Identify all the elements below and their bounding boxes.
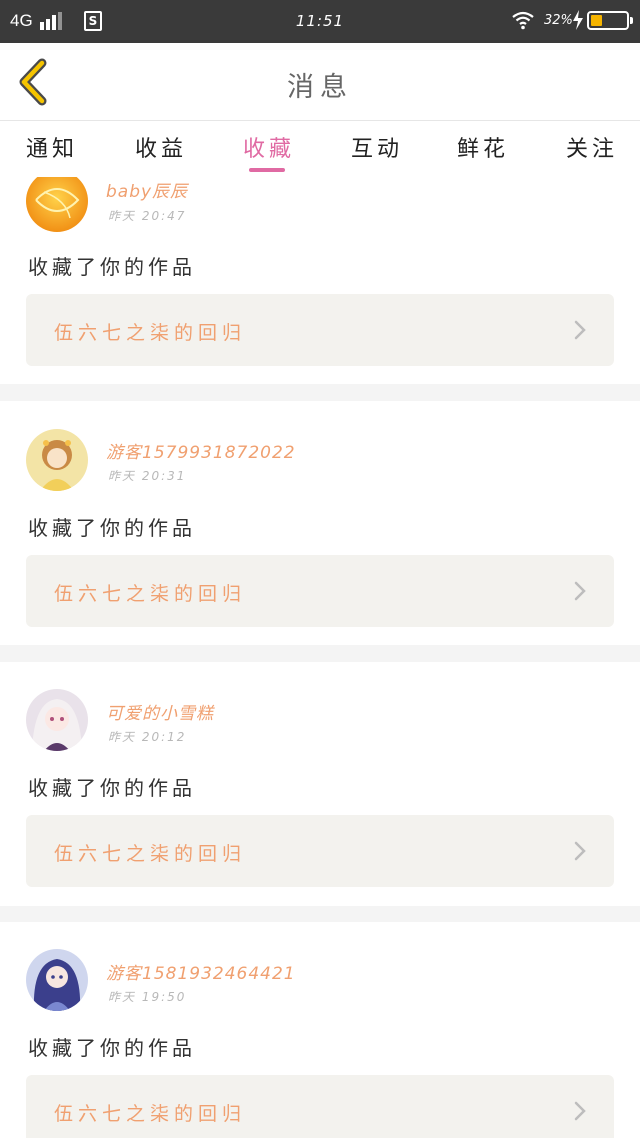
tab-flowers[interactable]: 鲜花: [457, 131, 509, 163]
battery-percent: 32%: [544, 13, 573, 28]
chevron-right-icon: [574, 320, 586, 340]
username[interactable]: 游客1581932464421: [106, 959, 296, 984]
chevron-right-icon: [574, 1101, 586, 1121]
work-link[interactable]: 伍六七之柒的回归: [26, 555, 614, 627]
work-title: 伍六七之柒的回归: [54, 843, 247, 865]
wifi-icon: [512, 11, 534, 30]
tab-notifications[interactable]: 通知: [26, 131, 78, 163]
timestamp: 昨天 20:31: [108, 469, 187, 483]
action-text: 收藏了你的作品: [28, 776, 196, 800]
message-list[interactable]: baby辰辰 昨天 20:47 收藏了你的作品 伍六七之柒的回归 游客15799…: [0, 177, 640, 1138]
active-tab-indicator: [249, 168, 285, 172]
action-text: 收藏了你的作品: [28, 516, 196, 540]
tab-following[interactable]: 关注: [566, 131, 618, 163]
page-title: 消息: [287, 72, 353, 103]
chevron-right-icon: [574, 841, 586, 861]
work-link[interactable]: 伍六七之柒的回归: [26, 1075, 614, 1138]
username[interactable]: baby辰辰: [106, 177, 188, 202]
work-link[interactable]: 伍六七之柒的回归: [26, 815, 614, 887]
tab-bar: 通知 收益 收藏 互动 鲜花 关注: [0, 121, 640, 177]
avatar[interactable]: [26, 177, 88, 232]
work-title: 伍六七之柒的回归: [54, 322, 247, 344]
status-bar: 4G S 11:51 32%: [0, 0, 640, 43]
work-title: 伍六七之柒的回归: [54, 1103, 247, 1125]
work-title: 伍六七之柒的回归: [54, 583, 247, 605]
timestamp: 昨天 20:12: [108, 730, 187, 744]
chevron-right-icon: [574, 581, 586, 601]
timestamp: 昨天 19:50: [108, 990, 187, 1004]
battery-fill: [591, 15, 602, 26]
tab-interactions[interactable]: 互动: [351, 131, 403, 163]
username[interactable]: 游客1579931872022: [106, 438, 296, 463]
battery-icon: [587, 11, 633, 30]
work-link[interactable]: 伍六七之柒的回归: [26, 294, 614, 366]
battery-nub: [630, 17, 633, 24]
avatar[interactable]: [26, 429, 88, 491]
action-text: 收藏了你的作品: [28, 1036, 196, 1060]
tab-favorites[interactable]: 收藏: [243, 131, 295, 163]
message-card: 游客1581932464421 昨天 19:50 收藏了你的作品 伍六七之柒的回…: [0, 922, 640, 1138]
tab-earnings[interactable]: 收益: [135, 131, 187, 163]
header: 消息: [0, 43, 640, 121]
message-card: 游客1579931872022 昨天 20:31 收藏了你的作品 伍六七之柒的回…: [0, 401, 640, 645]
timestamp: 昨天 20:47: [108, 209, 187, 223]
action-text: 收藏了你的作品: [28, 255, 196, 279]
message-card: baby辰辰 昨天 20:47 收藏了你的作品 伍六七之柒的回归: [0, 177, 640, 384]
avatar[interactable]: [26, 689, 88, 751]
message-card: 可爱的小雪糕 昨天 20:12 收藏了你的作品 伍六七之柒的回归: [0, 662, 640, 906]
username[interactable]: 可爱的小雪糕: [106, 699, 214, 724]
avatar[interactable]: [26, 949, 88, 1011]
charging-bolt-icon: [573, 10, 583, 30]
